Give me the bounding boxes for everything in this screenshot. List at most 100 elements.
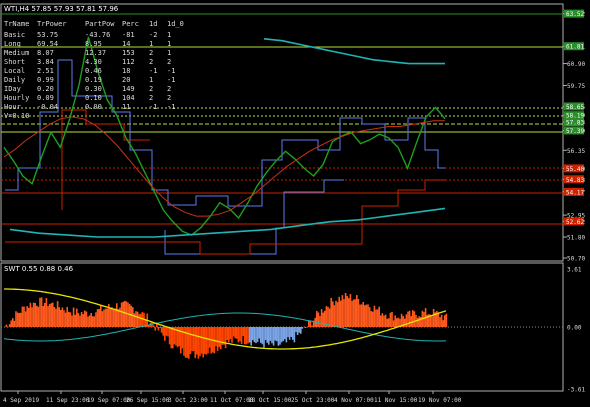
swt-bar bbox=[208, 327, 211, 348]
table-cell: Hourly bbox=[4, 94, 29, 102]
table-cell: 0.10 bbox=[85, 94, 102, 102]
table-footer: V=0.10 bbox=[4, 112, 29, 120]
swt-bar bbox=[138, 314, 140, 327]
y-tick-label: 56.35 bbox=[567, 148, 585, 155]
swt-bar bbox=[80, 312, 83, 327]
y-tick-label: 60.90 bbox=[567, 61, 585, 68]
swt-bar bbox=[88, 315, 91, 327]
swt-bar bbox=[10, 320, 12, 327]
swt-bar bbox=[445, 313, 448, 327]
swt-bar bbox=[408, 310, 411, 327]
trading-chart[interactable]: WTI,H4 57.85 57.93 57.81 57.96 TrName TrP… bbox=[0, 0, 590, 407]
swt-bar bbox=[220, 327, 222, 350]
swt-bar bbox=[392, 320, 395, 327]
swt-bar bbox=[386, 318, 388, 327]
table-cell: 104 bbox=[122, 94, 135, 102]
price-tag-label: 63.52 bbox=[566, 11, 584, 18]
swt-bar bbox=[74, 314, 76, 327]
swt-bar bbox=[362, 302, 364, 327]
time-axis: 4 Sep 2019 11 Sep 23:0019 Sep 07:0026 Sep… bbox=[3, 391, 462, 404]
y-tick-label: 51.80 bbox=[567, 235, 585, 242]
swt-bar bbox=[172, 327, 174, 349]
swt-bar bbox=[348, 298, 350, 327]
swt-bar bbox=[279, 327, 281, 345]
swt-bar bbox=[18, 312, 20, 327]
swt-bar bbox=[378, 306, 380, 327]
table-header: TrPower bbox=[37, 20, 67, 28]
table-cell: 12.37 bbox=[85, 49, 106, 57]
swt-bar bbox=[197, 327, 200, 359]
swt-bar bbox=[216, 327, 219, 351]
table-cell: 3.84 bbox=[37, 58, 54, 66]
swt-bar bbox=[66, 307, 68, 327]
swt-bar bbox=[101, 311, 104, 327]
table-cell: Medium bbox=[4, 49, 29, 57]
swt-bar bbox=[266, 327, 268, 343]
swt-bar bbox=[116, 303, 118, 327]
swt-bar bbox=[154, 327, 156, 331]
swt-bar bbox=[404, 318, 406, 327]
table-cell: Short bbox=[4, 58, 25, 66]
swt-bar bbox=[50, 303, 52, 327]
price-tag-label: 54.17 bbox=[566, 189, 584, 196]
table-cell: 1 bbox=[167, 49, 171, 57]
swt-bar bbox=[370, 311, 372, 327]
swt-bar bbox=[372, 311, 374, 327]
swt-bar bbox=[274, 327, 276, 341]
table-cell: Local bbox=[4, 67, 25, 75]
swt-bar bbox=[125, 301, 128, 327]
table-cell: 2 bbox=[167, 85, 171, 93]
x-tick-label: 4 Nov 07:00 bbox=[334, 397, 374, 404]
swt-bar bbox=[389, 312, 392, 327]
swt-bar bbox=[242, 327, 244, 337]
swt-bar bbox=[42, 306, 44, 327]
swt-bar bbox=[357, 298, 360, 327]
swt-bar bbox=[24, 311, 27, 327]
table-cell: 112 bbox=[122, 58, 135, 66]
swt-bar bbox=[384, 314, 387, 327]
x-tick-label: 3 Oct 23:00 bbox=[168, 397, 208, 404]
x-tick-label: 26 Sep 15:00 bbox=[126, 397, 170, 404]
swt-bar bbox=[288, 327, 291, 340]
swt-bar bbox=[261, 327, 264, 345]
chart-title: WTI,H4 57.85 57.93 57.81 57.96 bbox=[4, 5, 119, 13]
swt-bar bbox=[316, 310, 318, 327]
swt-bar bbox=[244, 327, 246, 345]
swt-bar bbox=[344, 293, 347, 327]
table-cell: 69.54 bbox=[37, 40, 58, 48]
table-cell: -2 bbox=[149, 31, 157, 39]
swt-bar bbox=[442, 320, 444, 327]
swt-bar bbox=[87, 316, 89, 327]
swt-bar bbox=[338, 296, 340, 327]
swt-bar bbox=[186, 327, 188, 358]
table-cell: 0.19 bbox=[85, 76, 102, 84]
swt-bar bbox=[189, 327, 192, 354]
swt-bar bbox=[228, 327, 230, 343]
swt-bar bbox=[260, 327, 262, 343]
swt-bar bbox=[103, 309, 105, 327]
table-cell: 2 bbox=[149, 85, 153, 93]
table-cell: 0.09 bbox=[37, 94, 54, 102]
table-cell: 0.20 bbox=[37, 85, 54, 93]
sub-y-tick-label: -3.61 bbox=[567, 387, 585, 394]
table-cell: -1 bbox=[167, 103, 175, 111]
swt-bar bbox=[21, 306, 24, 327]
swt-bar bbox=[346, 296, 348, 327]
swt-bar bbox=[122, 301, 124, 327]
swt-bar bbox=[132, 307, 134, 327]
swt-bar bbox=[26, 306, 28, 327]
swt-bar bbox=[410, 316, 412, 327]
swt-bar bbox=[373, 305, 376, 327]
swt-bar bbox=[269, 327, 272, 341]
sub-y-tick-label: 3.61 bbox=[567, 267, 582, 274]
swt-bar bbox=[218, 327, 220, 348]
swt-bar bbox=[112, 308, 115, 327]
x-tick-label: 11 Nov 15:00 bbox=[374, 397, 418, 404]
swt-bar bbox=[388, 318, 390, 327]
table-cell: 2 bbox=[149, 58, 153, 66]
swt-bar bbox=[336, 302, 339, 327]
table-cell: 2.51 bbox=[37, 67, 54, 75]
price-tag-label: 57.83 bbox=[566, 120, 584, 127]
swt-bar bbox=[207, 327, 209, 354]
table-cell: Hour bbox=[4, 103, 21, 111]
